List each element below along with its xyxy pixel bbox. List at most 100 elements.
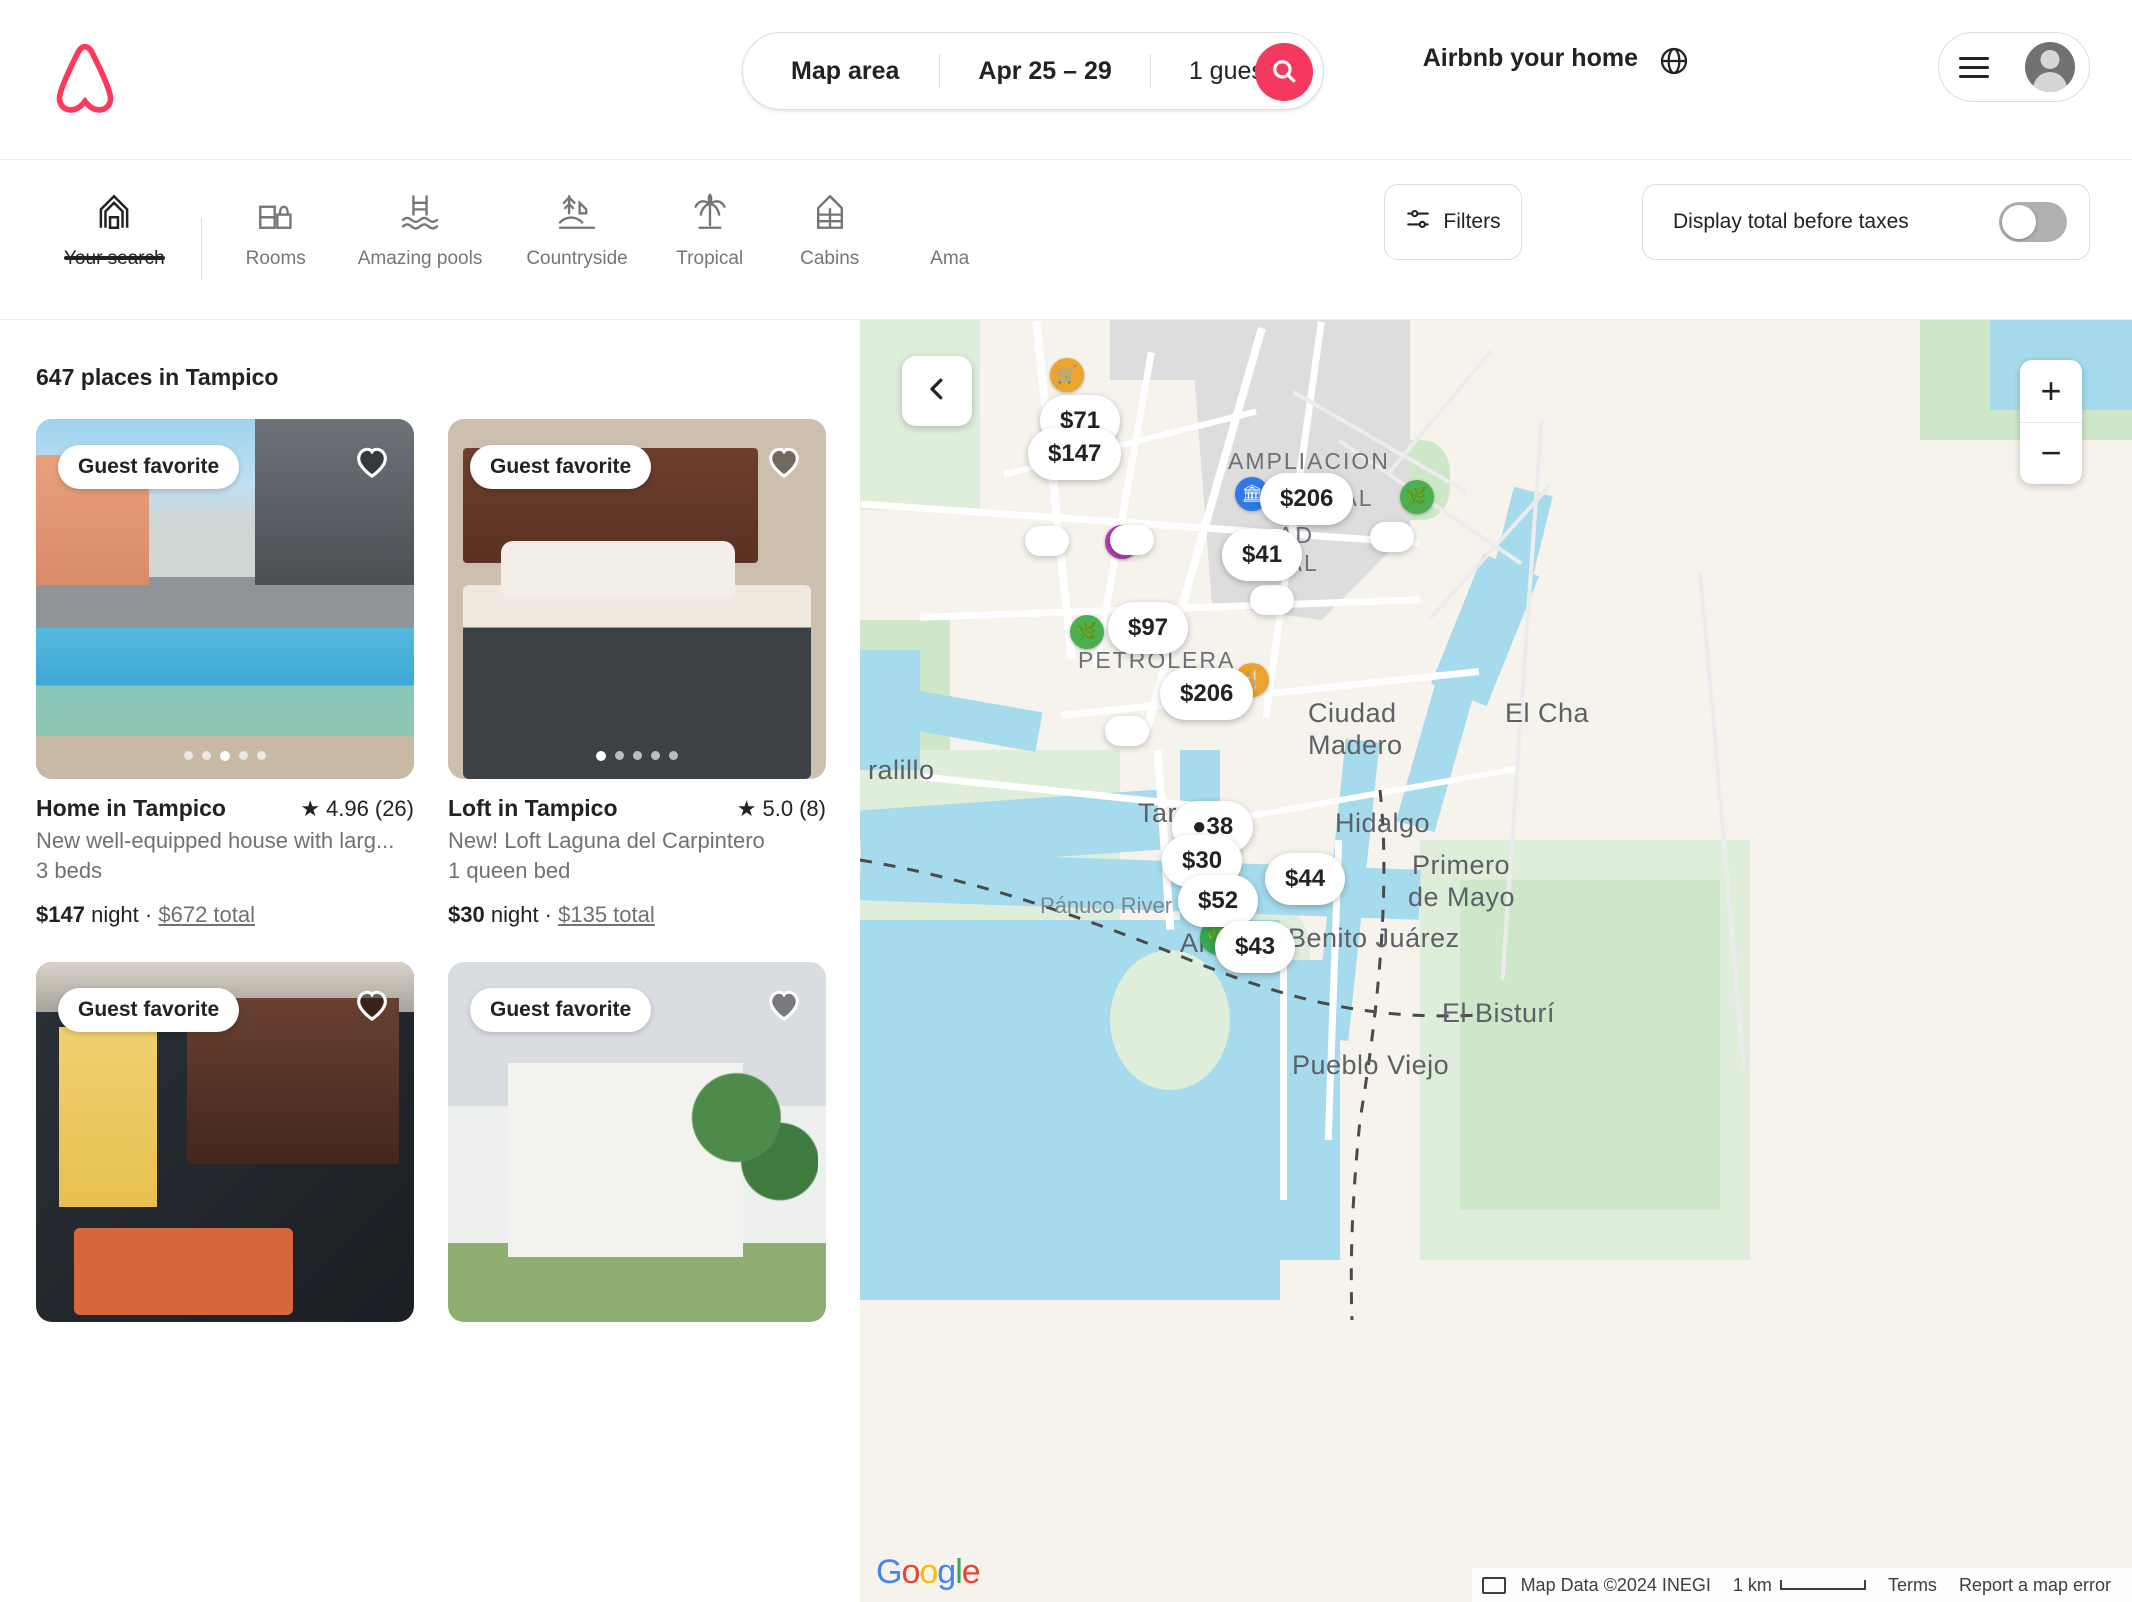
- map-price-pin[interactable]: $147: [1028, 428, 1122, 480]
- countryside-icon: [556, 188, 598, 236]
- favorite-heart-icon[interactable]: [764, 441, 804, 486]
- listing-rating: ★ 4.96 (26): [300, 796, 414, 822]
- listing-beds: 1 queen bed: [448, 858, 571, 883]
- search-dates[interactable]: Apr 25 – 29: [940, 33, 1149, 109]
- map-blank-pin[interactable]: [1105, 716, 1149, 746]
- park-poi-2: 🌿: [1070, 615, 1104, 649]
- map-price-pin[interactable]: $97: [1108, 602, 1189, 654]
- top-header: Map area Apr 25 – 29 1 guest Airbnb your…: [0, 0, 2132, 160]
- map-price-pin[interactable]: $206: [1260, 473, 1354, 525]
- listing-photo[interactable]: Guest favorite: [448, 419, 826, 779]
- search-location[interactable]: Map area: [743, 33, 939, 109]
- guest-favorite-badge: Guest favorite: [58, 988, 240, 1032]
- toggle-knob: [2002, 205, 2036, 239]
- taxes-toggle-label: Display total before taxes: [1673, 210, 1909, 233]
- category-countryside[interactable]: Countryside: [504, 160, 649, 270]
- language-globe-button[interactable]: [1652, 40, 1696, 84]
- review-count: (8): [799, 796, 826, 821]
- price-total[interactable]: $672 total: [158, 902, 255, 927]
- photo-carousel-dots[interactable]: [596, 751, 678, 761]
- category-label: Cabins: [800, 248, 860, 269]
- listing-photo[interactable]: Guest favorite: [36, 962, 414, 1322]
- map-collapse-button[interactable]: [902, 356, 972, 426]
- listing-photo[interactable]: Guest favorite: [448, 962, 826, 1322]
- category-cabins[interactable]: Cabins: [770, 160, 890, 270]
- listing-card[interactable]: Guest favorite Home in Tampico ★ 4.96 (2…: [36, 419, 414, 928]
- map-blank-pin[interactable]: [1370, 522, 1414, 552]
- listing-info: Loft in Tampico ★ 5.0 (8) New! Loft Lagu…: [448, 779, 826, 928]
- map-price-pin[interactable]: $44: [1265, 853, 1346, 905]
- favorite-heart-icon[interactable]: [352, 984, 392, 1029]
- house-icon: [93, 188, 135, 236]
- map-price-pin[interactable]: $41: [1222, 529, 1303, 581]
- price-total[interactable]: $135 total: [558, 902, 655, 927]
- price-per-night: $147: [36, 902, 85, 927]
- map-zoom-in-button[interactable]: +: [2020, 360, 2082, 423]
- boundary-dashes: [860, 789, 1481, 1321]
- park-poi: 🌿: [1400, 480, 1434, 514]
- map-blank-pin[interactable]: [1025, 526, 1069, 556]
- map-pane[interactable]: + − AMPLIACIONNACIONALADNALPETROLERACiud…: [860, 320, 2132, 1602]
- map-price-pin[interactable]: $52: [1178, 875, 1259, 927]
- listing-price: $30 night · $135 total: [448, 902, 655, 927]
- favorite-heart-icon[interactable]: [764, 984, 804, 1029]
- favorite-heart-icon[interactable]: [352, 441, 392, 486]
- category-label: Countryside: [526, 248, 628, 269]
- map-label: Ciudad: [1308, 698, 1397, 728]
- listing-photo[interactable]: Guest favorite: [36, 419, 414, 779]
- listing-card[interactable]: Guest favorite: [448, 962, 826, 1322]
- airbnb-logo[interactable]: [42, 36, 128, 122]
- listing-price: $147 night · $672 total: [36, 902, 255, 927]
- rooms-icon: [255, 188, 297, 236]
- globe-icon: [1658, 45, 1690, 80]
- filters-button[interactable]: Filters: [1384, 184, 1522, 260]
- listing-subtitle: New! Loft Laguna del Carpintero: [448, 828, 765, 853]
- map-label: Hidalgo: [1335, 808, 1431, 838]
- listing-card[interactable]: Guest favorite Loft in Tampico ★ 5.0 (8)…: [448, 419, 826, 928]
- category-list: Your search Rooms Amazing pools Countrys…: [42, 160, 1010, 320]
- search-bar[interactable]: Map area Apr 25 – 29 1 guest: [742, 32, 1324, 110]
- profile-menu-button[interactable]: [1938, 32, 2090, 102]
- display-total-before-taxes-toggle[interactable]: Display total before taxes: [1642, 184, 2090, 260]
- map-terms-link[interactable]: Terms: [1877, 1575, 1948, 1596]
- hamburger-menu-icon: [1959, 56, 1989, 78]
- map-zoom-controls[interactable]: + −: [2020, 360, 2082, 484]
- review-count: (26): [374, 796, 414, 821]
- airbnb-your-home-link[interactable]: Airbnb your home: [1423, 44, 1638, 73]
- search-submit-button[interactable]: [1255, 43, 1313, 101]
- category-ama[interactable]: Ama: [890, 160, 1010, 270]
- photo-carousel-dots[interactable]: [184, 751, 266, 761]
- map-canvas[interactable]: [860, 320, 2132, 1602]
- map-label: Benito Juárez: [1288, 923, 1460, 953]
- guest-favorite-badge: Guest favorite: [470, 988, 652, 1032]
- keyboard-shortcuts-icon[interactable]: [1481, 1576, 1506, 1594]
- star-icon: ★: [736, 796, 757, 821]
- map-report-error-link[interactable]: Report a map error: [1948, 1575, 2122, 1596]
- category-amazing-pools[interactable]: Amazing pools: [336, 160, 505, 270]
- price-night-suffix: night: [490, 902, 539, 927]
- map-price-pin[interactable]: $43: [1215, 921, 1296, 973]
- map-price-pin[interactable]: $206: [1160, 668, 1254, 720]
- rating-value: 5.0: [762, 796, 794, 821]
- listing-info: Home in Tampico ★ 4.96 (26) New well-equ…: [36, 779, 414, 928]
- category-your-search[interactable]: Your search: [42, 160, 187, 270]
- map-blank-pin[interactable]: [1250, 585, 1294, 615]
- listing-card[interactable]: Guest favorite: [36, 962, 414, 1322]
- map-label: Pánuco River: [1040, 893, 1173, 918]
- category-rooms[interactable]: Rooms: [216, 160, 336, 270]
- map-attribution-bar: Map Data ©2024 INEGI 1 km Terms Report a…: [1471, 1568, 2132, 1602]
- pool-icon: [399, 188, 441, 236]
- map-label: de Mayo: [1408, 882, 1516, 912]
- toggle-switch[interactable]: [1999, 202, 2067, 242]
- google-logo: Google: [876, 1553, 981, 1591]
- map-blank-pin[interactable]: [1110, 525, 1154, 555]
- map-label: AMPLIACION: [1228, 448, 1390, 474]
- category-tropical[interactable]: Tropical: [650, 160, 770, 270]
- map-label: Madero: [1308, 730, 1403, 760]
- map-scale: 1 km: [1722, 1575, 1877, 1596]
- category-label: Tropical: [676, 248, 744, 269]
- map-zoom-out-button[interactable]: −: [2020, 423, 2082, 485]
- category-label: Ama: [930, 248, 970, 269]
- price-per-night: $30: [448, 902, 485, 927]
- price-night-suffix: night: [91, 902, 139, 927]
